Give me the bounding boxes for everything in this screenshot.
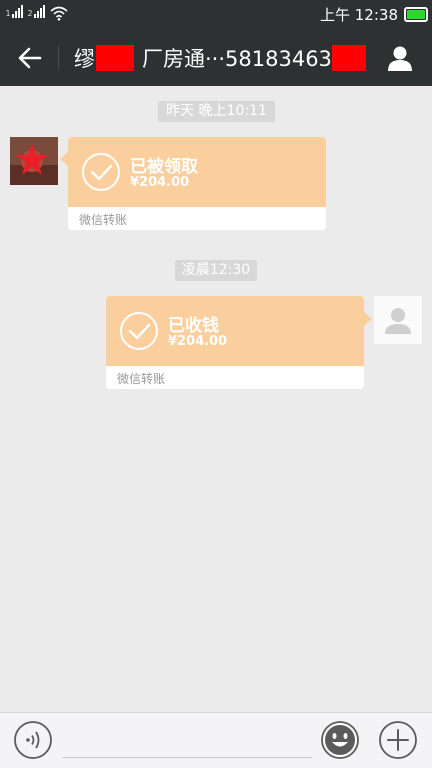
message-input[interactable]: [62, 757, 312, 758]
redaction-mark: [331, 45, 366, 71]
plus-icon[interactable]: [378, 720, 418, 760]
profile-icon[interactable]: [386, 44, 414, 72]
check-circle-icon: [120, 312, 158, 350]
input-bar: [0, 712, 432, 768]
transfer-footer: 微信转账: [117, 372, 166, 386]
transfer-amount: ¥204.00: [130, 175, 190, 190]
message-timestamp: 凌晨12:30: [175, 260, 257, 281]
signal-sim1-icon: 1: [5, 5, 24, 18]
transfer-footer: 微信转账: [79, 213, 128, 227]
avatar[interactable]: [374, 296, 422, 344]
redaction-mark: [96, 45, 134, 71]
transfer-card[interactable]: 已收钱 ¥204.00 微信转账: [106, 296, 364, 389]
chat-header: 缪 厂房通···58183463: [0, 30, 432, 86]
sim2-index: 2: [27, 9, 33, 18]
battery-icon: [404, 7, 428, 22]
default-avatar-icon: [374, 296, 422, 344]
back-arrow-icon[interactable]: [12, 42, 46, 74]
avatar[interactable]: [10, 137, 58, 185]
emoji-icon[interactable]: [320, 720, 360, 760]
sim1-index: 1: [5, 9, 11, 18]
wifi-icon: [50, 6, 68, 21]
chat-title-prefix: 缪: [74, 47, 95, 71]
voice-icon[interactable]: [13, 720, 53, 760]
signal-sim2-icon: 2: [27, 5, 46, 18]
status-bar: 1 2 上午 12:38: [0, 0, 432, 30]
chat-title: 缪 厂房通···58183463: [74, 44, 366, 72]
status-time: 上午 12:38: [320, 6, 398, 24]
transfer-card[interactable]: 已被领取 ¥204.00 微信转账: [68, 137, 326, 230]
header-divider: [58, 46, 59, 70]
transfer-status: 已收钱: [168, 316, 219, 336]
bubble-tail: [364, 312, 372, 326]
chat-title-main: 厂房通···58183463: [142, 47, 332, 71]
transfer-status: 已被领取: [130, 157, 198, 177]
bubble-tail: [60, 152, 68, 166]
message-timestamp: 昨天 晚上10:11: [158, 101, 275, 122]
avatar-image: [10, 137, 58, 185]
check-circle-icon: [82, 153, 120, 191]
transfer-amount: ¥204.00: [168, 334, 228, 349]
